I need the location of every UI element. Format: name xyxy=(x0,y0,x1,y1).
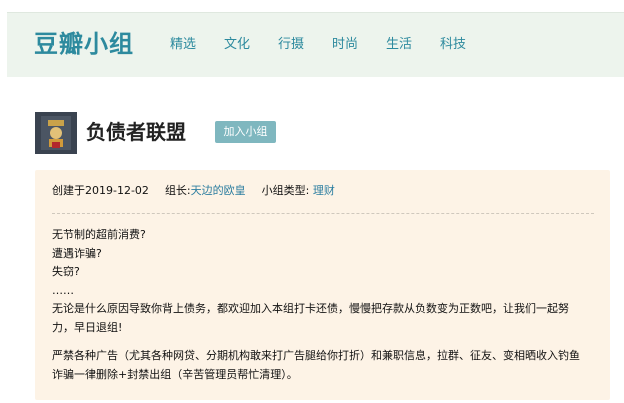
description-line: 无节制的超前消费? xyxy=(52,228,146,241)
main-nav: 精选 文化 行摄 时尚 生活 科技 xyxy=(170,35,494,55)
nav-item-featured[interactable]: 精选 xyxy=(170,35,224,55)
group-avatar-image xyxy=(35,112,77,154)
meta-divider xyxy=(52,213,594,214)
owner-link[interactable]: 天边的欧皇 xyxy=(191,184,246,197)
group-info-box: 创建于2019-12-02 组长:天边的欧皇 小组类型: 理财 无节制的超前消费? … xyxy=(35,170,610,400)
site-logo[interactable]: 豆瓣小组 xyxy=(34,26,134,62)
nav-item-life[interactable]: 生活 xyxy=(386,35,440,55)
group-meta: 创建于2019-12-02 组长:天边的欧皇 小组类型: 理财 xyxy=(52,183,335,199)
group-title: 负债者联盟 xyxy=(86,120,186,144)
description-line: 诈骗一律删除+封禁出组（辛苦管理员帮忙清理）。 xyxy=(52,367,298,381)
nav-item-tech[interactable]: 科技 xyxy=(440,35,494,55)
created-date: 创建于2019-12-02 xyxy=(52,184,149,197)
description-line: 失窃? xyxy=(52,265,80,278)
description-line: …… xyxy=(52,283,74,297)
join-group-button[interactable]: 加入小组 xyxy=(215,121,276,143)
top-strip xyxy=(0,0,624,12)
description-line: 力，早日退组! xyxy=(52,320,123,334)
site-header: 豆瓣小组 精选 文化 行摄 时尚 生活 科技 xyxy=(7,12,624,77)
group-type-link[interactable]: 理财 xyxy=(313,184,335,197)
description-line: 无论是什么原因导致你背上债务，都欢迎加入本组打卡还债，慢慢把存款从负数变为正数吧… xyxy=(52,302,569,315)
nav-item-fashion[interactable]: 时尚 xyxy=(332,35,386,55)
description-line: 遭遇诈骗? xyxy=(52,246,102,260)
owner-label: 组长: xyxy=(164,184,191,197)
group-description: 无节制的超前消费? 遭遇诈骗? 失窃? …… 无论是什么原因导致你背上债务，都欢… xyxy=(52,226,597,384)
nav-item-travel[interactable]: 行摄 xyxy=(278,35,332,55)
group-type-label: 小组类型: xyxy=(261,184,310,197)
group-avatar[interactable] xyxy=(35,112,77,154)
group-header: 负债者联盟 加入小组 xyxy=(35,112,595,154)
description-line: 严禁各种广告（尤其各种网贷、分期机构敢来打广告腿给你打折）和兼职信息，拉群、征友… xyxy=(52,349,580,362)
nav-item-culture[interactable]: 文化 xyxy=(224,35,278,55)
